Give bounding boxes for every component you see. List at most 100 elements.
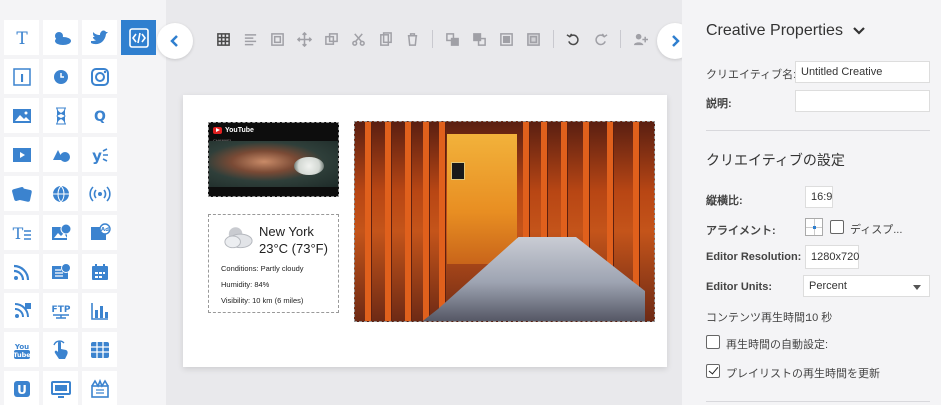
rss-widget-tile[interactable]	[4, 254, 39, 289]
chevron-right-icon	[672, 35, 680, 47]
paste-button[interactable]	[372, 26, 399, 52]
web-page-widget-tile[interactable]	[43, 176, 78, 211]
calendar-widget-icon	[91, 263, 108, 280]
update-playlist-duration-checkbox[interactable]	[706, 364, 720, 378]
image-post	[405, 122, 411, 321]
clock-widget-tile[interactable]	[43, 59, 78, 94]
table-widget-icon	[90, 341, 109, 358]
youtube-widget-tile[interactable]: You Tube	[4, 332, 39, 367]
menu-board-widget-tile[interactable]	[82, 371, 117, 405]
twitter-widget-tile[interactable]	[82, 20, 117, 55]
description-input[interactable]	[795, 90, 930, 112]
weather-widget[interactable]: New York 23°C (73°F) Conditions: Partly …	[208, 214, 339, 313]
grid-icon	[217, 32, 230, 46]
quiz-widget-icon: Q	[94, 109, 106, 125]
bring-front-icon	[500, 32, 513, 46]
alignment-picker[interactable]	[805, 218, 823, 236]
creative-canvas[interactable]: YouTube CHANNEL New York 23°C (73°F) Con…	[183, 95, 667, 367]
text-widget-icon: T	[16, 29, 28, 49]
text-widget-tile[interactable]: T	[4, 20, 39, 55]
bring-forward-button[interactable]	[439, 26, 466, 52]
delete-button[interactable]	[399, 26, 426, 52]
video-widget-tile[interactable]	[4, 137, 39, 172]
collapse-left-panel-button[interactable]	[157, 23, 193, 59]
image-post	[439, 122, 445, 321]
clock-widget-icon	[53, 69, 68, 84]
html-code-widget-icon	[128, 27, 149, 48]
undo-button[interactable]	[560, 26, 587, 52]
redo-icon	[595, 32, 608, 45]
rss-widget-icon	[13, 264, 29, 280]
video-widget-icon	[12, 147, 31, 162]
ftp-widget-tile[interactable]: FTP	[43, 293, 78, 328]
auto-duration-label: 再生時間の自動設定:	[726, 339, 829, 351]
display-checkbox[interactable]	[830, 220, 844, 234]
svg-text:T: T	[12, 224, 23, 243]
touch-widget-tile[interactable]	[43, 332, 78, 367]
panel-title[interactable]: Creative Properties	[706, 22, 865, 40]
table-widget-tile[interactable]	[82, 332, 117, 367]
monitor-widget-tile[interactable]	[43, 371, 78, 405]
cut-button[interactable]	[345, 26, 372, 52]
image-light-area	[447, 134, 517, 264]
ftp-widget-icon: FTP	[51, 305, 70, 319]
creative-name-input[interactable]: Untitled Creative	[795, 61, 930, 83]
u-widget-icon: U	[13, 380, 30, 397]
send-backward-button[interactable]	[466, 26, 493, 52]
u-widget-tile[interactable]: U	[4, 371, 39, 405]
weather-temperature: 23°C (73°F)	[259, 241, 328, 256]
send-back-button[interactable]	[520, 26, 547, 52]
slideshow-widget-tile[interactable]	[4, 176, 39, 211]
weather-conditions: Conditions: Partly cloudy	[221, 264, 304, 273]
live-stream-widget-tile[interactable]	[82, 176, 117, 211]
chart-widget-tile[interactable]	[82, 293, 117, 328]
quiz-widget-tile[interactable]: Q	[82, 98, 117, 133]
image-lantern	[451, 162, 465, 180]
redo-button[interactable]	[587, 26, 614, 52]
fit-button[interactable]	[264, 26, 291, 52]
live-stream-widget-icon	[88, 185, 111, 202]
weather-widget-tile[interactable]	[43, 20, 78, 55]
partly-cloudy-icon	[224, 227, 253, 249]
settings-section-title: クリエイティブの設定	[706, 152, 845, 168]
editor-resolution-field[interactable]: 1280x720	[805, 245, 859, 269]
instagram-widget-tile[interactable]	[82, 59, 117, 94]
bring-forward-icon	[446, 32, 459, 46]
image-web-widget-icon	[51, 223, 71, 240]
ticker-widget-tile[interactable]: T	[4, 215, 39, 250]
align-button[interactable]	[237, 26, 264, 52]
calendar-widget-tile[interactable]	[82, 254, 117, 289]
touch-widget-icon	[52, 339, 68, 359]
svg-text:I: I	[19, 72, 23, 85]
image-post	[385, 122, 391, 321]
youtube-logo-icon	[213, 126, 222, 134]
ad-widget-tile[interactable]: Ad	[82, 215, 117, 250]
html-code-widget-tile[interactable]	[121, 20, 156, 55]
torii-gates-image-widget[interactable]	[354, 121, 655, 322]
auto-duration-checkbox[interactable]	[706, 335, 720, 349]
editor-units-select[interactable]: Percent	[803, 275, 930, 297]
duplicate-button[interactable]	[318, 26, 345, 52]
ad-widget-icon: Ad	[90, 222, 111, 240]
rss-alt-widget-tile[interactable]	[4, 293, 39, 328]
chevron-left-icon	[170, 35, 178, 47]
yammer-widget-tile[interactable]: y	[82, 137, 117, 172]
countdown-widget-tile[interactable]	[43, 98, 78, 133]
caret-down-icon	[913, 285, 921, 290]
add-user-button[interactable]	[627, 26, 654, 52]
move-button[interactable]	[291, 26, 318, 52]
fit-icon	[271, 32, 284, 46]
text-frame-widget-tile[interactable]: I	[4, 59, 39, 94]
grid-button[interactable]	[210, 26, 237, 52]
news-feed-widget-tile[interactable]	[43, 254, 78, 289]
youtube-thumbnail	[209, 141, 338, 187]
widget-palette: T I Qy T Ad FTP You Tube U	[0, 0, 166, 405]
aspect-ratio-field[interactable]: 16:9	[805, 186, 833, 208]
youtube-widget[interactable]: YouTube CHANNEL	[208, 122, 339, 197]
image-widget-tile[interactable]	[4, 98, 39, 133]
bring-front-button[interactable]	[493, 26, 520, 52]
image-web-widget-tile[interactable]	[43, 215, 78, 250]
aspect-ratio-label: 縦横比:	[706, 195, 743, 207]
shapes-widget-tile[interactable]	[43, 137, 78, 172]
svg-text:Q: Q	[94, 109, 106, 125]
